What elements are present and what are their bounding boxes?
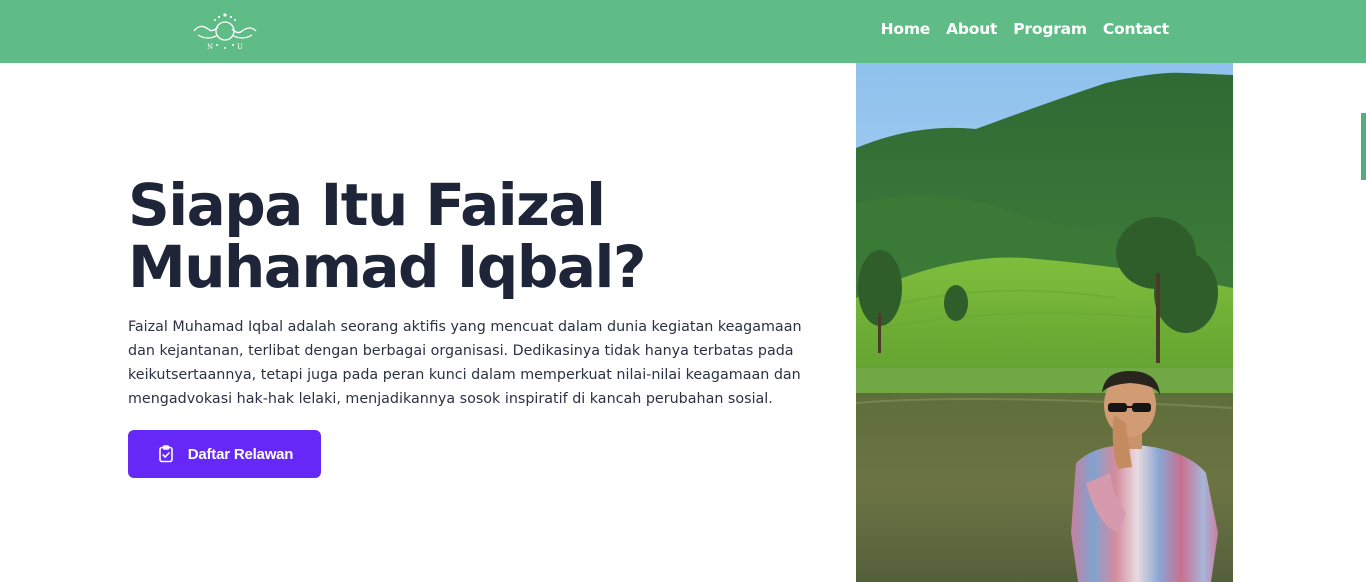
daftar-relawan-label: Daftar Relawan: [187, 445, 294, 463]
clipboard-check-icon: [158, 445, 173, 463]
hero-description: Faizal Muhamad Iqbal adalah seorang akti…: [128, 319, 802, 407]
nav-contact[interactable]: Contact: [1103, 20, 1169, 38]
nav-home[interactable]: Home: [881, 20, 931, 38]
daftar-relawan-button[interactable]: Daftar Relawan: [128, 430, 321, 478]
hero-title: Siapa Itu Faizal Muhamad Iqbal?: [128, 174, 748, 298]
svg-text:U: U: [237, 43, 243, 51]
main-nav: Home About Program Contact: [881, 20, 1170, 38]
nu-logo[interactable]: N U: [192, 9, 258, 53]
hero-portrait-image: [856, 63, 1233, 582]
nu-logo-icon: N U: [193, 13, 257, 51]
hero-title-line1: Siapa Itu Faizal: [128, 171, 606, 239]
portrait-photo: [856, 63, 1233, 582]
nav-about[interactable]: About: [946, 20, 997, 38]
hero-title-line2: Muhamad Iqbal?: [128, 233, 647, 301]
scroll-indicator[interactable]: [1361, 113, 1366, 180]
nav-program[interactable]: Program: [1013, 20, 1087, 38]
navbar: N U Home About Program Contact: [0, 0, 1366, 63]
svg-text:N: N: [207, 43, 213, 51]
